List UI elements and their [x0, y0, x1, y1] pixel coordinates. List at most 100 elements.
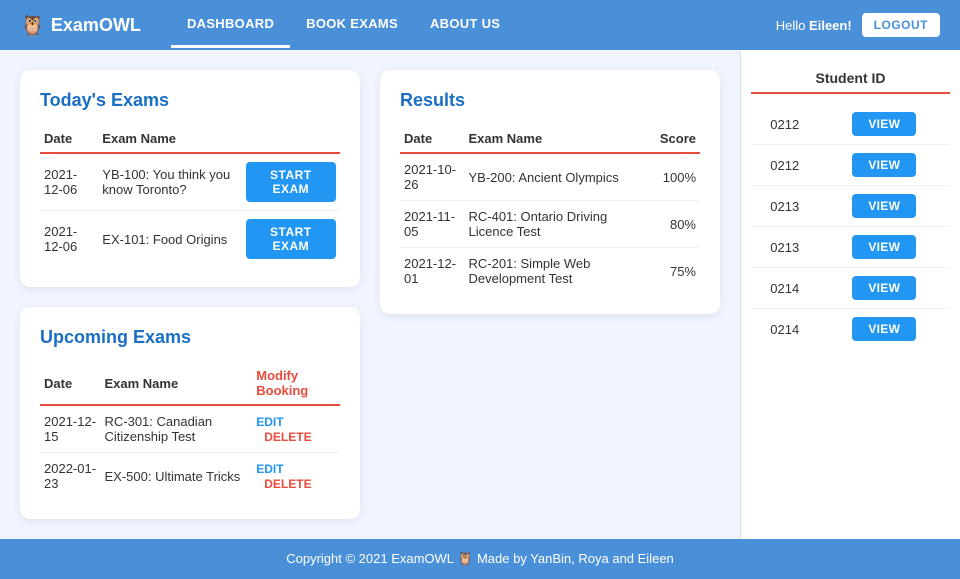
results-table: Date Exam Name Score 2021-10-26 YB-200: …: [400, 125, 700, 294]
delete-link-1[interactable]: DELETE: [264, 477, 311, 491]
student-view-cell-0: VIEW: [819, 104, 950, 145]
nav-about-us[interactable]: ABOUT US: [414, 2, 516, 48]
upcoming-modify-0: EDIT DELETE: [252, 405, 340, 453]
result-score-0: 100%: [656, 153, 700, 201]
result-row: 2021-10-26 YB-200: Ancient Olympics 100%: [400, 153, 700, 201]
result-name-0: YB-200: Ancient Olympics: [464, 153, 655, 201]
right-greeting: Hello Eileen!: [776, 18, 852, 33]
upcoming-name-0: RC-301: Canadian Citizenship Test: [100, 405, 252, 453]
result-name-2: RC-201: Simple Web Development Test: [464, 248, 655, 295]
student-row: 0214 VIEW: [751, 309, 950, 350]
results-title: Results: [400, 90, 700, 111]
view-button-2[interactable]: VIEW: [852, 194, 916, 218]
student-row: 0212 VIEW: [751, 104, 950, 145]
edit-link-1[interactable]: EDIT: [256, 462, 283, 476]
th-date-today: Date: [40, 125, 98, 153]
upcoming-exams-title: Upcoming Exams: [40, 327, 340, 348]
today-name-1: EX-101: Food Origins: [98, 211, 241, 268]
student-table: 0212 VIEW 0212 VIEW 0213 VIEW 0213 VIEW …: [751, 104, 950, 349]
student-row: 0212 VIEW: [751, 145, 950, 186]
view-button-1[interactable]: VIEW: [852, 153, 916, 177]
todays-exams-table: Date Exam Name 2021-12-06 YB-100: You th…: [40, 125, 340, 267]
brand-name: ExamOWL: [51, 15, 141, 36]
results-header: Date Exam Name Score: [400, 125, 700, 153]
th-modify-upcoming: Modify Booking: [252, 362, 340, 405]
upcoming-modify-1: EDIT DELETE: [252, 453, 340, 500]
student-id-2: 0213: [751, 186, 819, 227]
left-panel: Today's Exams Date Exam Name 2021-12-06 …: [0, 50, 740, 539]
th-action-today: [242, 125, 340, 153]
upcoming-exams-table: Date Exam Name Modify Booking 2021-12-15…: [40, 362, 340, 499]
navbar: 🦉 ExamOWL DASHBOARD BOOK EXAMS ABOUT US …: [0, 0, 960, 50]
th-score-results: Score: [656, 125, 700, 153]
student-row: 0213 VIEW: [751, 227, 950, 268]
nav-dashboard[interactable]: DASHBOARD: [171, 2, 290, 48]
right-column: Results Date Exam Name Score 2021-10-26 …: [380, 70, 720, 519]
result-name-1: RC-401: Ontario Driving Licence Test: [464, 201, 655, 248]
right-username: Eileen!: [809, 18, 852, 33]
today-action-0: START EXAM: [242, 153, 340, 211]
todays-exam-row: 2021-12-06 YB-100: You think you know To…: [40, 153, 340, 211]
th-date-results: Date: [400, 125, 464, 153]
upcoming-date-1: 2022-01-23: [40, 453, 100, 500]
upcoming-exam-row: 2022-01-23 EX-500: Ultimate Tricks EDIT …: [40, 453, 340, 500]
right-logout-button[interactable]: LOGOUT: [862, 13, 940, 37]
upcoming-exam-row: 2021-12-15 RC-301: Canadian Citizenship …: [40, 405, 340, 453]
today-date-0: 2021-12-06: [40, 153, 98, 211]
result-date-1: 2021-11-05: [400, 201, 464, 248]
start-exam-button-0[interactable]: START EXAM: [246, 162, 336, 202]
student-view-cell-3: VIEW: [819, 227, 950, 268]
todays-exam-row: 2021-12-06 EX-101: Food Origins START EX…: [40, 211, 340, 268]
upcoming-date-0: 2021-12-15: [40, 405, 100, 453]
upcoming-exams-header: Date Exam Name Modify Booking: [40, 362, 340, 405]
th-date-upcoming: Date: [40, 362, 100, 405]
footer-text: Copyright © 2021 ExamOWL 🦉 Made by YanBi…: [286, 551, 674, 567]
result-score-2: 75%: [656, 248, 700, 295]
result-row: 2021-12-01 RC-201: Simple Web Developmen…: [400, 248, 700, 295]
today-date-1: 2021-12-06: [40, 211, 98, 268]
right-nav-bar: Hello Eileen! LOGOUT: [740, 0, 960, 50]
student-row: 0213 VIEW: [751, 186, 950, 227]
student-view-cell-1: VIEW: [819, 145, 950, 186]
student-id-3: 0213: [751, 227, 819, 268]
brand: 🦉 ExamOWL: [20, 13, 141, 38]
student-view-cell-2: VIEW: [819, 186, 950, 227]
student-id-5: 0214: [751, 309, 819, 350]
footer: Copyright © 2021 ExamOWL 🦉 Made by YanBi…: [0, 539, 960, 579]
today-name-0: YB-100: You think you know Toronto?: [98, 153, 241, 211]
content-wrapper: Today's Exams Date Exam Name 2021-12-06 …: [0, 50, 960, 539]
th-name-upcoming: Exam Name: [100, 362, 252, 405]
view-button-0[interactable]: VIEW: [852, 112, 916, 136]
th-name-results: Exam Name: [464, 125, 655, 153]
student-panel-title: Student ID: [751, 70, 950, 94]
student-id-1: 0212: [751, 145, 819, 186]
todays-exams-header: Date Exam Name: [40, 125, 340, 153]
result-date-2: 2021-12-01: [400, 248, 464, 295]
today-action-1: START EXAM: [242, 211, 340, 268]
owl-icon: 🦉: [20, 13, 45, 38]
student-id-4: 0214: [751, 268, 819, 309]
upcoming-exams-card: Upcoming Exams Date Exam Name Modify Boo…: [20, 307, 360, 519]
edit-link-0[interactable]: EDIT: [256, 415, 283, 429]
view-button-4[interactable]: VIEW: [852, 276, 916, 300]
nav-links: DASHBOARD BOOK EXAMS ABOUT US: [171, 2, 771, 48]
results-card: Results Date Exam Name Score 2021-10-26 …: [380, 70, 720, 314]
start-exam-button-1[interactable]: START EXAM: [246, 219, 336, 259]
student-view-cell-5: VIEW: [819, 309, 950, 350]
right-panel: Student ID 0212 VIEW 0212 VIEW 0213 VIEW…: [740, 50, 960, 539]
student-id-0: 0212: [751, 104, 819, 145]
view-button-5[interactable]: VIEW: [852, 317, 916, 341]
todays-exams-card: Today's Exams Date Exam Name 2021-12-06 …: [20, 70, 360, 287]
delete-link-0[interactable]: DELETE: [264, 430, 311, 444]
student-row: 0214 VIEW: [751, 268, 950, 309]
th-name-today: Exam Name: [98, 125, 241, 153]
nav-book-exams[interactable]: BOOK EXAMS: [290, 2, 414, 48]
result-row: 2021-11-05 RC-401: Ontario Driving Licen…: [400, 201, 700, 248]
result-score-1: 80%: [656, 201, 700, 248]
result-date-0: 2021-10-26: [400, 153, 464, 201]
upcoming-name-1: EX-500: Ultimate Tricks: [100, 453, 252, 500]
student-view-cell-4: VIEW: [819, 268, 950, 309]
todays-exams-title: Today's Exams: [40, 90, 340, 111]
view-button-3[interactable]: VIEW: [852, 235, 916, 259]
left-column: Today's Exams Date Exam Name 2021-12-06 …: [20, 70, 360, 519]
